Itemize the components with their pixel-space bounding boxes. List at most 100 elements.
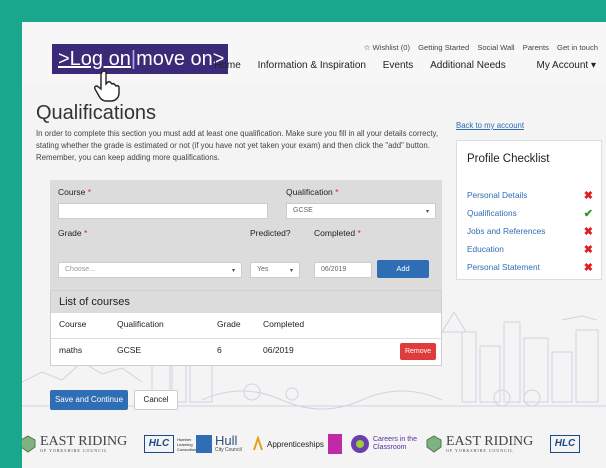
checklist-item-jobs-references[interactable]: Jobs and References ✖ — [467, 226, 593, 242]
col-grade: Grade — [217, 319, 241, 329]
completed-input[interactable]: 06/2019 — [314, 262, 372, 278]
add-button[interactable]: Add — [377, 260, 429, 278]
checklist-item-label: Jobs and References — [467, 226, 546, 236]
badge-icon — [328, 434, 342, 454]
cross-icon: ✖ — [583, 244, 593, 256]
checklist-item-education[interactable]: Education ✖ — [467, 244, 593, 260]
nav-events[interactable]: Events — [383, 60, 414, 71]
hull-text: Hull — [215, 433, 238, 448]
remove-button[interactable]: Remove — [400, 343, 436, 360]
logo-logon-text: >Log on — [58, 48, 131, 70]
save-and-continue-button[interactable]: Save and Continue — [50, 390, 128, 410]
intro-text: In order to complete this section you mu… — [36, 129, 439, 162]
completed-label-text: Completed — [314, 228, 356, 238]
nav-home[interactable]: Home — [214, 60, 241, 71]
careers-text-1: Careers in the — [373, 436, 417, 443]
main-nav: Home Information & Inspiration Events Ad… — [200, 60, 596, 71]
site-header: >Log on|move on> ☆ Wishlist (0) Getting S… — [22, 22, 606, 102]
cross-icon: ✖ — [583, 226, 593, 238]
grade-label: Grade * — [58, 228, 87, 238]
checklist-item-qualifications[interactable]: Qualifications ✔ — [467, 208, 593, 224]
checklist-item-label: Personal Statement — [467, 262, 540, 272]
checklist-item-label: Education — [467, 244, 504, 254]
col-course: Course — [59, 319, 87, 329]
grade-placeholder: Choose... — [65, 266, 95, 273]
cell-qualification: GCSE — [117, 345, 142, 355]
required-marker: * — [84, 228, 88, 238]
cell-grade: 6 — [217, 345, 222, 355]
course-label-text: Course — [58, 187, 86, 197]
my-account-label: My Account — [536, 60, 589, 71]
cancel-button[interactable]: Cancel — [134, 390, 178, 410]
east-riding-text: EAST RIDING — [40, 434, 128, 449]
profile-checklist: Profile Checklist Personal Details ✖ Qual… — [456, 140, 602, 280]
careers-icon — [351, 435, 369, 453]
table-row: maths GCSE 6 06/2019 Remove — [51, 339, 441, 365]
completed-label: Completed * — [314, 228, 361, 238]
course-label: Course * — [58, 187, 91, 197]
checklist-item-personal-details[interactable]: Personal Details ✖ — [467, 190, 593, 206]
apprenticeships-text: Apprenticeships — [267, 439, 324, 449]
pointing-hand-icon — [94, 70, 120, 102]
careers-text-2: Classroom — [373, 444, 407, 451]
caret-down-icon: ▾ — [425, 209, 429, 215]
social-wall-link[interactable]: Social Wall — [477, 43, 514, 52]
hull-logo: Hull City Council — [196, 432, 242, 456]
qualification-value: GCSE — [293, 207, 313, 214]
courses-list: List of courses Course Qualification Gra… — [50, 290, 442, 366]
page-title: Qualifications — [36, 102, 157, 124]
nav-information-inspiration[interactable]: Information & Inspiration — [258, 60, 366, 71]
predicted-label: Predicted? — [250, 228, 291, 238]
cell-completed: 06/2019 — [263, 345, 294, 355]
nav-my-account[interactable]: My Account ▾ — [522, 60, 596, 71]
star-icon: ☆ — [363, 43, 371, 52]
course-input[interactable] — [58, 203, 268, 219]
cross-icon: ✖ — [583, 262, 593, 274]
east-riding-text: EAST RIDING — [446, 434, 534, 449]
get-in-touch-link[interactable]: Get in touch — [557, 43, 598, 52]
checklist-title: Profile Checklist — [467, 153, 550, 165]
cell-course: maths — [59, 345, 83, 355]
partner-logos: EAST RIDING OF YORKSHIRE COUNCIL HLC Hum… — [22, 422, 606, 468]
hull-subtext: City Council — [215, 447, 242, 453]
required-marker: * — [335, 187, 339, 197]
col-qualification: Qualification — [117, 319, 164, 329]
hlc-logo-2: HLC — [550, 432, 580, 456]
caret-down-icon: ▾ — [231, 268, 235, 274]
caret-down-icon: ▾ — [590, 60, 596, 71]
east-riding-logo: EAST RIDING OF YORKSHIRE COUNCIL — [22, 432, 127, 456]
cross-icon: ✖ — [583, 190, 593, 202]
crest-icon — [22, 435, 36, 453]
wishlist-link[interactable]: Wishlist (0) — [372, 43, 410, 52]
col-completed: Completed — [263, 319, 305, 329]
qualification-form: Course * Qualification * GCSE ▾ Grade * C… — [50, 180, 442, 294]
parents-link[interactable]: Parents — [523, 43, 549, 52]
courses-table-header: Course Qualification Grade Completed — [51, 313, 441, 339]
careers-classroom-logo: Careers in the Classroom — [350, 432, 417, 456]
getting-started-link[interactable]: Getting Started — [418, 43, 469, 52]
qualification-label-text: Qualification — [286, 187, 333, 197]
caret-down-icon: ▾ — [289, 268, 293, 274]
checkmark-icon: ✔ — [583, 208, 593, 220]
page: >Log on|move on> ☆ Wishlist (0) Getting S… — [22, 22, 606, 468]
checklist-item-label: Qualifications — [467, 208, 517, 218]
checklist-item-label: Personal Details — [467, 190, 528, 200]
checklist-item-personal-statement[interactable]: Personal Statement ✖ — [467, 262, 593, 278]
hlc-mark: HLC — [144, 435, 174, 453]
apprenticeships-logo: Apprenticeships — [252, 432, 324, 456]
crest-icon — [426, 435, 442, 453]
predicted-value: Yes — [257, 266, 269, 273]
grade-select[interactable]: Choose... ▾ — [58, 262, 242, 278]
apprenticeships-icon — [253, 436, 263, 451]
purple-badge-logo — [328, 432, 342, 456]
predicted-select[interactable]: Yes ▾ — [250, 262, 300, 278]
courses-list-title: List of courses — [51, 291, 441, 313]
grade-label-text: Grade — [58, 228, 82, 238]
required-marker: * — [357, 228, 361, 238]
qualification-label: Qualification * — [286, 187, 338, 197]
required-marker: * — [87, 187, 92, 197]
hlc-mark: HLC — [550, 435, 580, 453]
qualification-select[interactable]: GCSE ▾ — [286, 203, 436, 219]
back-to-account-link[interactable]: Back to my account — [456, 121, 524, 130]
nav-additional-needs[interactable]: Additional Needs — [430, 60, 506, 71]
